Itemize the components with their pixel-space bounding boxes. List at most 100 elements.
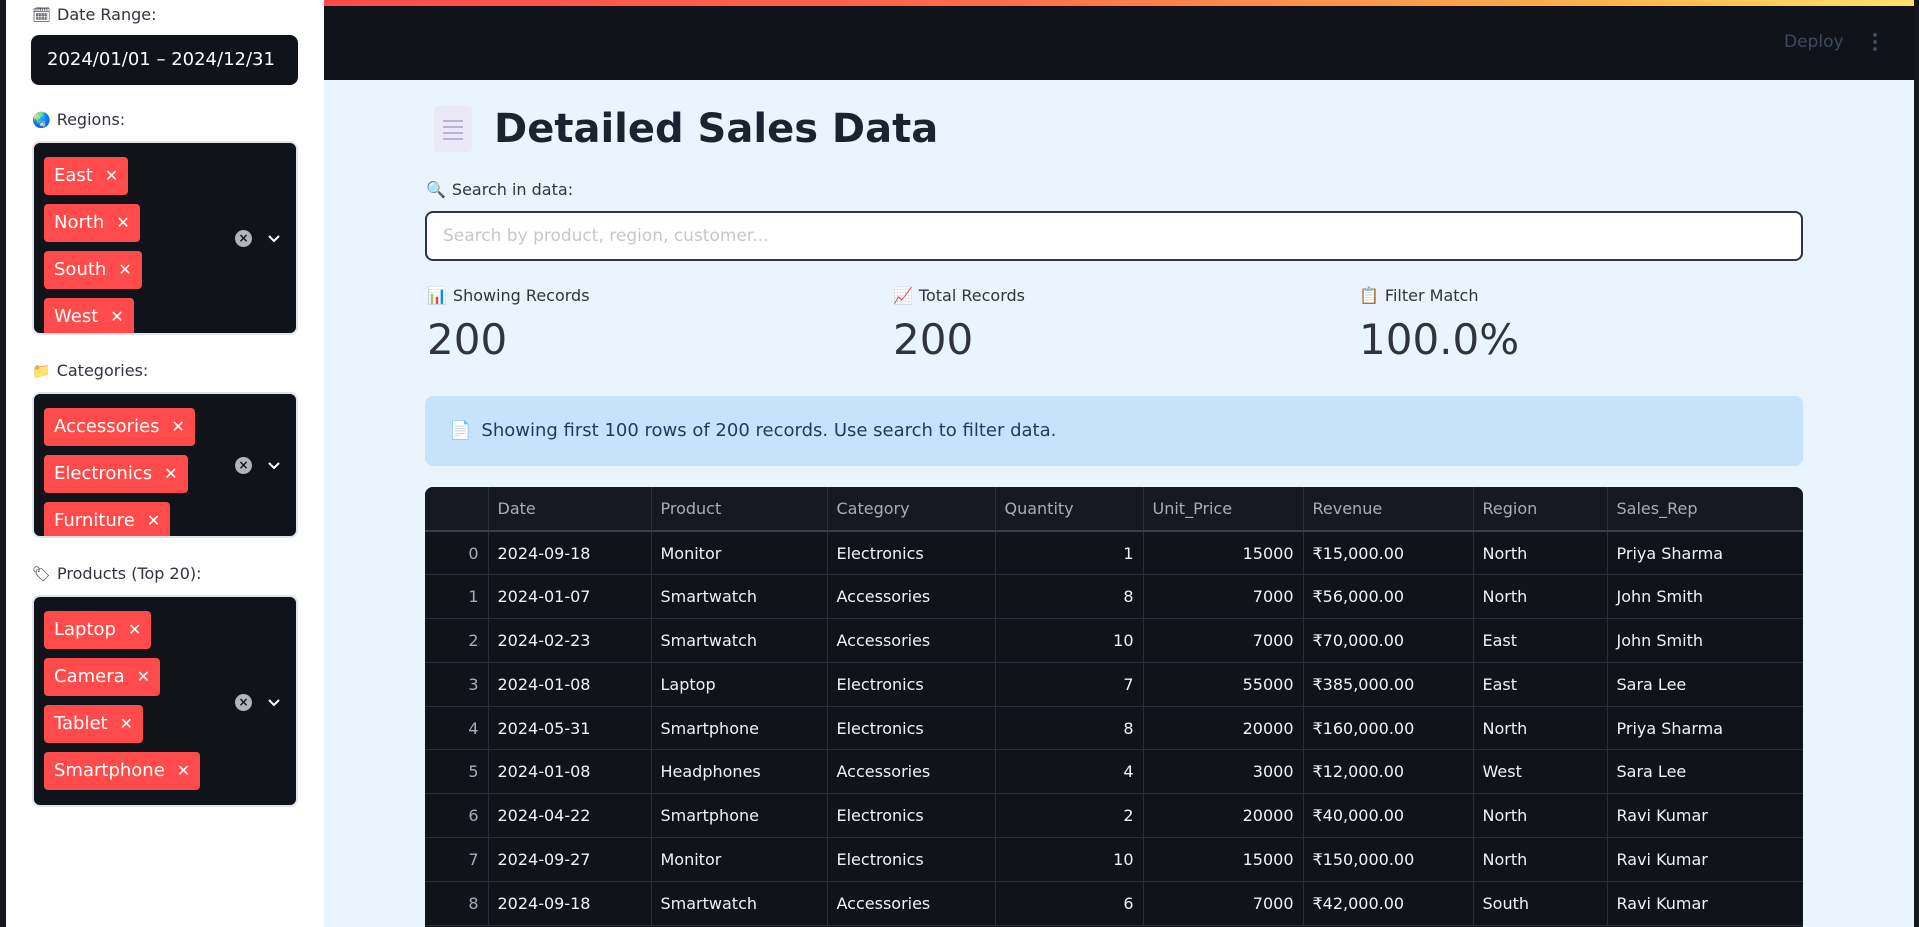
remove-chip-icon[interactable]: ✕ [110,307,123,326]
region-chip[interactable]: West ✕ [44,298,134,333]
product-chip[interactable]: Laptop ✕ [44,611,152,649]
row-index[interactable]: 5 [425,749,489,795]
table-cell[interactable]: North [1473,837,1608,882]
table-cell[interactable]: 2024-09-27 [488,837,652,882]
table-row[interactable]: 7 2024-09-27 Monitor Electronics 10 15000 ₹150… [425,837,1803,882]
table-cell[interactable]: 8 [995,574,1144,620]
table-cell[interactable]: 2024-01-08 [488,662,652,707]
table-cell[interactable]: 4 [995,749,1144,795]
table-cell[interactable]: Electronics [827,793,996,839]
column-header[interactable]: Revenue [1303,487,1474,532]
products-multiselect[interactable]: Laptop ✕ Camera ✕ Tablet ✕ Smartphone ✕ × [32,595,298,807]
table-cell[interactable]: Electronics [827,531,996,576]
table-cell[interactable]: ₹12,000.00 [1303,749,1474,795]
table-cell[interactable]: John Smith [1607,618,1803,663]
row-index[interactable]: 8 [425,881,489,926]
data-table[interactable]: Date Product Category Quantity Unit_Price Rev… [425,487,1803,927]
column-header[interactable]: Unit_Price [1143,487,1304,532]
column-header[interactable] [425,487,489,532]
product-chip[interactable]: Tablet ✕ [44,705,144,743]
table-cell[interactable]: Accessories [827,574,996,620]
region-chip[interactable]: North ✕ [44,204,140,242]
column-header[interactable]: Region [1473,487,1608,532]
remove-chip-icon[interactable]: ✕ [105,166,118,185]
region-chip[interactable]: South ✕ [44,251,142,289]
table-cell[interactable]: ₹42,000.00 [1303,881,1474,926]
table-row[interactable]: 8 2024-09-18 Smartwatch Accessories 6 7000 ₹42… [425,881,1803,926]
table-row[interactable]: 3 2024-01-08 Laptop Electronics 7 55000 ₹385,0… [425,662,1803,707]
table-cell[interactable]: Accessories [827,749,996,795]
table-cell[interactable]: 55000 [1143,662,1304,707]
table-cell[interactable]: 7000 [1143,618,1304,663]
table-cell[interactable]: 7000 [1143,881,1304,926]
date-range-input[interactable]: 2024/01/01 – 2024/12/31 [31,35,298,85]
table-cell[interactable]: Headphones [651,749,828,795]
table-cell[interactable]: East [1473,618,1608,663]
table-cell[interactable]: 1 [995,531,1144,576]
table-cell[interactable]: 8 [995,706,1144,751]
table-row[interactable]: 4 2024-05-31 Smartphone Electronics 8 20000 ₹1… [425,706,1803,751]
table-cell[interactable]: 2024-09-18 [488,881,652,926]
clear-all-icon[interactable]: × [235,694,252,711]
column-header[interactable]: Quantity [995,487,1144,532]
table-cell[interactable]: 2024-05-31 [488,706,652,751]
table-cell[interactable]: John Smith [1607,574,1803,620]
product-chip[interactable]: Smartphone ✕ [44,752,201,790]
table-cell[interactable]: 6 [995,881,1144,926]
table-cell[interactable]: ₹56,000.00 [1303,574,1474,620]
table-cell[interactable]: Priya Sharma [1607,706,1803,751]
column-header[interactable]: Sales_Rep [1607,487,1803,532]
table-row[interactable]: 5 2024-01-08 Headphones Accessories 4 3000 ₹12… [425,749,1803,795]
table-cell[interactable]: ₹40,000.00 [1303,793,1474,839]
remove-chip-icon[interactable]: ✕ [137,667,150,686]
table-cell[interactable]: North [1473,531,1608,576]
chevron-down-icon[interactable] [268,697,280,709]
table-cell[interactable]: Laptop [651,662,828,707]
table-cell[interactable]: Electronics [827,706,996,751]
table-cell[interactable]: North [1473,793,1608,839]
main-menu-icon[interactable] [1873,33,1877,51]
remove-chip-icon[interactable]: ✕ [116,213,129,232]
regions-multiselect[interactable]: East ✕ North ✕ South ✕ West ✕ × [32,141,298,335]
chevron-down-icon[interactable] [268,233,280,245]
table-cell[interactable]: ₹70,000.00 [1303,618,1474,663]
table-cell[interactable]: Electronics [827,662,996,707]
remove-chip-icon[interactable]: ✕ [177,761,190,780]
table-cell[interactable]: ₹150,000.00 [1303,837,1474,882]
table-cell[interactable]: Ravi Kumar [1607,881,1803,926]
table-cell[interactable]: Smartphone [651,793,828,839]
table-cell[interactable]: Accessories [827,881,996,926]
table-cell[interactable]: Smartwatch [651,881,828,926]
table-cell[interactable]: ₹160,000.00 [1303,706,1474,751]
remove-chip-icon[interactable]: ✕ [172,417,185,436]
table-cell[interactable]: West [1473,749,1608,795]
row-index[interactable]: 6 [425,793,489,839]
remove-chip-icon[interactable]: ✕ [118,260,131,279]
table-cell[interactable]: 3000 [1143,749,1304,795]
row-index[interactable]: 0 [425,531,489,576]
table-cell[interactable]: 2024-02-23 [488,618,652,663]
table-cell[interactable]: Accessories [827,618,996,663]
table-cell[interactable]: Smartphone [651,706,828,751]
table-cell[interactable]: ₹15,000.00 [1303,531,1474,576]
search-input[interactable] [425,211,1803,261]
table-cell[interactable]: 15000 [1143,531,1304,576]
table-row[interactable]: 6 2024-04-22 Smartphone Electronics 2 20000 ₹4… [425,793,1803,839]
row-index[interactable]: 1 [425,574,489,620]
table-cell[interactable]: Smartwatch [651,618,828,663]
remove-chip-icon[interactable]: ✕ [147,511,160,530]
product-chip[interactable]: Camera ✕ [44,658,161,696]
column-header[interactable]: Product [651,487,828,532]
category-chip[interactable]: Electronics ✕ [44,455,188,493]
table-cell[interactable]: Sara Lee [1607,662,1803,707]
clear-all-icon[interactable]: × [235,457,252,474]
table-row[interactable]: 2 2024-02-23 Smartwatch Accessories 10 7000 ₹7… [425,618,1803,663]
table-cell[interactable]: Smartwatch [651,574,828,620]
table-cell[interactable]: North [1473,706,1608,751]
table-row[interactable]: 1 2024-01-07 Smartwatch Accessories 8 7000 ₹56… [425,574,1803,620]
table-cell[interactable]: 20000 [1143,793,1304,839]
table-cell[interactable]: 10 [995,618,1144,663]
remove-chip-icon[interactable]: ✕ [128,620,141,639]
remove-chip-icon[interactable]: ✕ [120,714,133,733]
table-cell[interactable]: 2024-01-08 [488,749,652,795]
